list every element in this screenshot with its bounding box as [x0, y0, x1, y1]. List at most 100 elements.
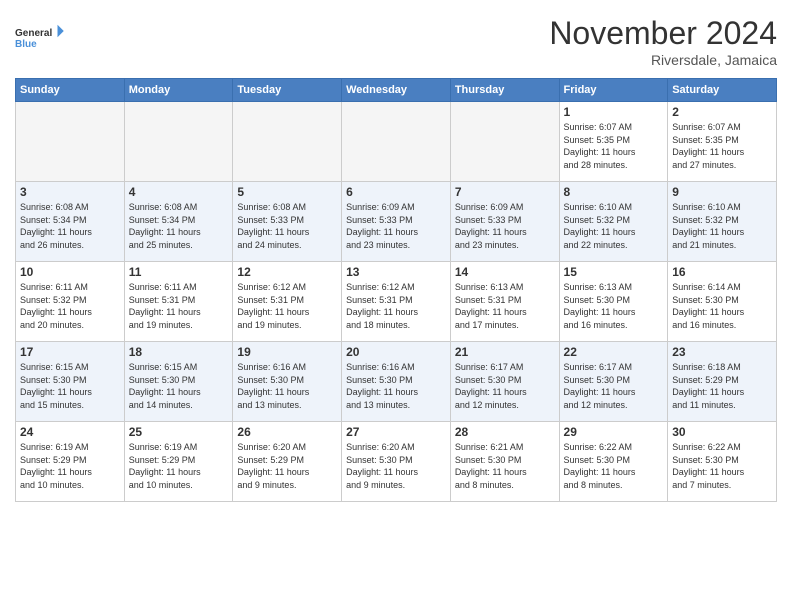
- calendar-cell: 13 Sunrise: 6:12 AM Sunset: 5:31 PM Dayli…: [342, 262, 451, 342]
- calendar-day-header: Wednesday: [342, 79, 451, 102]
- calendar-cell: 5 Sunrise: 6:08 AM Sunset: 5:33 PM Daylig…: [233, 182, 342, 262]
- day-number: 20: [346, 345, 446, 359]
- calendar-week-row: 24 Sunrise: 6:19 AM Sunset: 5:29 PM Dayli…: [16, 422, 777, 502]
- day-number: 14: [455, 265, 555, 279]
- day-number: 29: [564, 425, 664, 439]
- day-info: Sunrise: 6:13 AM Sunset: 5:31 PM Dayligh…: [455, 281, 555, 331]
- calendar-cell: 2 Sunrise: 6:07 AM Sunset: 5:35 PM Daylig…: [668, 102, 777, 182]
- day-number: 15: [564, 265, 664, 279]
- calendar-cell: [233, 102, 342, 182]
- day-info: Sunrise: 6:22 AM Sunset: 5:30 PM Dayligh…: [672, 441, 772, 491]
- day-info: Sunrise: 6:21 AM Sunset: 5:30 PM Dayligh…: [455, 441, 555, 491]
- day-number: 3: [20, 185, 120, 199]
- day-info: Sunrise: 6:16 AM Sunset: 5:30 PM Dayligh…: [237, 361, 337, 411]
- day-info: Sunrise: 6:08 AM Sunset: 5:34 PM Dayligh…: [129, 201, 229, 251]
- day-info: Sunrise: 6:12 AM Sunset: 5:31 PM Dayligh…: [346, 281, 446, 331]
- calendar-cell: 4 Sunrise: 6:08 AM Sunset: 5:34 PM Daylig…: [124, 182, 233, 262]
- calendar-cell: 7 Sunrise: 6:09 AM Sunset: 5:33 PM Daylig…: [450, 182, 559, 262]
- day-info: Sunrise: 6:13 AM Sunset: 5:30 PM Dayligh…: [564, 281, 664, 331]
- calendar-cell: 12 Sunrise: 6:12 AM Sunset: 5:31 PM Dayli…: [233, 262, 342, 342]
- day-number: 1: [564, 105, 664, 119]
- calendar-week-row: 10 Sunrise: 6:11 AM Sunset: 5:32 PM Dayli…: [16, 262, 777, 342]
- day-number: 16: [672, 265, 772, 279]
- day-number: 9: [672, 185, 772, 199]
- day-info: Sunrise: 6:11 AM Sunset: 5:31 PM Dayligh…: [129, 281, 229, 331]
- calendar-cell: 20 Sunrise: 6:16 AM Sunset: 5:30 PM Dayli…: [342, 342, 451, 422]
- day-info: Sunrise: 6:22 AM Sunset: 5:30 PM Dayligh…: [564, 441, 664, 491]
- day-info: Sunrise: 6:08 AM Sunset: 5:33 PM Dayligh…: [237, 201, 337, 251]
- day-info: Sunrise: 6:17 AM Sunset: 5:30 PM Dayligh…: [564, 361, 664, 411]
- day-number: 28: [455, 425, 555, 439]
- day-info: Sunrise: 6:12 AM Sunset: 5:31 PM Dayligh…: [237, 281, 337, 331]
- day-info: Sunrise: 6:19 AM Sunset: 5:29 PM Dayligh…: [20, 441, 120, 491]
- day-number: 22: [564, 345, 664, 359]
- day-info: Sunrise: 6:07 AM Sunset: 5:35 PM Dayligh…: [672, 121, 772, 171]
- day-info: Sunrise: 6:09 AM Sunset: 5:33 PM Dayligh…: [346, 201, 446, 251]
- day-number: 12: [237, 265, 337, 279]
- day-number: 23: [672, 345, 772, 359]
- day-number: 4: [129, 185, 229, 199]
- page-header: General Blue November 2024 Riversdale, J…: [15, 15, 777, 68]
- calendar-cell: 25 Sunrise: 6:19 AM Sunset: 5:29 PM Dayli…: [124, 422, 233, 502]
- calendar-cell: 26Sunrise: 6:20 AM Sunset: 5:29 PM Dayli…: [233, 422, 342, 502]
- day-info: Sunrise: 6:20 AM Sunset: 5:30 PM Dayligh…: [346, 441, 446, 491]
- day-info: Sunrise: 6:15 AM Sunset: 5:30 PM Dayligh…: [129, 361, 229, 411]
- day-info: Sunrise: 6:17 AM Sunset: 5:30 PM Dayligh…: [455, 361, 555, 411]
- calendar-cell: 9 Sunrise: 6:10 AM Sunset: 5:32 PM Daylig…: [668, 182, 777, 262]
- calendar-day-header: Saturday: [668, 79, 777, 102]
- calendar-week-row: 17Sunrise: 6:15 AM Sunset: 5:30 PM Dayli…: [16, 342, 777, 422]
- calendar-cell: 1 Sunrise: 6:07 AM Sunset: 5:35 PM Daylig…: [559, 102, 668, 182]
- calendar-day-header: Tuesday: [233, 79, 342, 102]
- svg-text:Blue: Blue: [15, 39, 37, 50]
- month-title: November 2024: [549, 15, 777, 52]
- calendar-cell: 23Sunrise: 6:18 AM Sunset: 5:29 PM Dayli…: [668, 342, 777, 422]
- day-info: Sunrise: 6:07 AM Sunset: 5:35 PM Dayligh…: [564, 121, 664, 171]
- day-info: Sunrise: 6:14 AM Sunset: 5:30 PM Dayligh…: [672, 281, 772, 331]
- day-number: 13: [346, 265, 446, 279]
- day-number: 2: [672, 105, 772, 119]
- calendar-cell: 28 Sunrise: 6:21 AM Sunset: 5:30 PM Dayli…: [450, 422, 559, 502]
- day-number: 27: [346, 425, 446, 439]
- calendar-cell: 17Sunrise: 6:15 AM Sunset: 5:30 PM Dayli…: [16, 342, 125, 422]
- day-number: 19: [237, 345, 337, 359]
- calendar-cell: 30 Sunrise: 6:22 AM Sunset: 5:30 PM Dayli…: [668, 422, 777, 502]
- calendar-cell: [342, 102, 451, 182]
- day-number: 30: [672, 425, 772, 439]
- day-number: 25: [129, 425, 229, 439]
- logo: General Blue: [15, 15, 65, 60]
- calendar-cell: 6 Sunrise: 6:09 AM Sunset: 5:33 PM Daylig…: [342, 182, 451, 262]
- svg-text:General: General: [15, 28, 52, 39]
- day-number: 7: [455, 185, 555, 199]
- calendar-day-header: Sunday: [16, 79, 125, 102]
- day-number: 6: [346, 185, 446, 199]
- day-number: 10: [20, 265, 120, 279]
- calendar-week-row: 3 Sunrise: 6:08 AM Sunset: 5:34 PM Daylig…: [16, 182, 777, 262]
- calendar-cell: 21 Sunrise: 6:17 AM Sunset: 5:30 PM Dayli…: [450, 342, 559, 422]
- calendar-cell: 14 Sunrise: 6:13 AM Sunset: 5:31 PM Dayli…: [450, 262, 559, 342]
- day-number: 11: [129, 265, 229, 279]
- day-number: 18: [129, 345, 229, 359]
- calendar-cell: 24 Sunrise: 6:19 AM Sunset: 5:29 PM Dayli…: [16, 422, 125, 502]
- calendar-week-row: 1 Sunrise: 6:07 AM Sunset: 5:35 PM Daylig…: [16, 102, 777, 182]
- calendar-cell: 29 Sunrise: 6:22 AM Sunset: 5:30 PM Dayli…: [559, 422, 668, 502]
- calendar-cell: [124, 102, 233, 182]
- calendar-cell: 16 Sunrise: 6:14 AM Sunset: 5:30 PM Dayli…: [668, 262, 777, 342]
- day-number: 24: [20, 425, 120, 439]
- day-info: Sunrise: 6:16 AM Sunset: 5:30 PM Dayligh…: [346, 361, 446, 411]
- calendar-cell: 22 Sunrise: 6:17 AM Sunset: 5:30 PM Dayli…: [559, 342, 668, 422]
- calendar-cell: 8Sunrise: 6:10 AM Sunset: 5:32 PM Daylig…: [559, 182, 668, 262]
- title-block: November 2024 Riversdale, Jamaica: [549, 15, 777, 68]
- day-number: 5: [237, 185, 337, 199]
- day-info: Sunrise: 6:19 AM Sunset: 5:29 PM Dayligh…: [129, 441, 229, 491]
- day-info: Sunrise: 6:09 AM Sunset: 5:33 PM Dayligh…: [455, 201, 555, 251]
- day-number: 21: [455, 345, 555, 359]
- day-info: Sunrise: 6:15 AM Sunset: 5:30 PM Dayligh…: [20, 361, 120, 411]
- calendar-table: SundayMondayTuesdayWednesdayThursdayFrid…: [15, 78, 777, 502]
- day-info: Sunrise: 6:11 AM Sunset: 5:32 PM Dayligh…: [20, 281, 120, 331]
- calendar-cell: [450, 102, 559, 182]
- calendar-cell: 15 Sunrise: 6:13 AM Sunset: 5:30 PM Dayli…: [559, 262, 668, 342]
- day-info: Sunrise: 6:20 AM Sunset: 5:29 PM Dayligh…: [237, 441, 337, 491]
- calendar-cell: 19 Sunrise: 6:16 AM Sunset: 5:30 PM Dayli…: [233, 342, 342, 422]
- day-info: Sunrise: 6:10 AM Sunset: 5:32 PM Dayligh…: [672, 201, 772, 251]
- logo-svg: General Blue: [15, 15, 65, 60]
